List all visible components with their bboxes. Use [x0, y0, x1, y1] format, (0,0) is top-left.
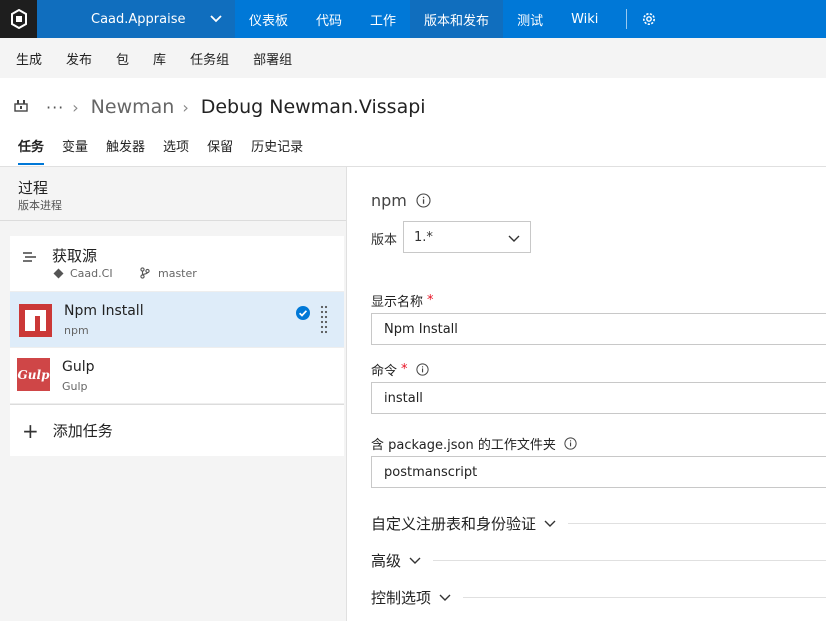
section-title: 自定义注册表和身份验证 — [371, 515, 537, 533]
command-label-text: 命令 — [371, 364, 398, 379]
definition-tabs: 任务 变量 触发器 选项 保留 历史记录 — [18, 136, 321, 165]
subnav-releases[interactable]: 发布 — [66, 49, 92, 68]
nav-dashboard[interactable]: 仪表板 — [235, 0, 302, 38]
display-name-value: Npm Install — [384, 321, 458, 337]
subnav-packages[interactable]: 包 — [116, 49, 129, 68]
process-header[interactable]: 过程 版本进程 — [0, 167, 346, 221]
task-name: Npm Install — [64, 303, 144, 319]
breadcrumb-parent[interactable]: Newman — [91, 96, 175, 118]
top-bar: Caad.Appraise 仪表板 代码 工作 版本和发布 测试 Wiki — [0, 0, 826, 38]
task-detail-pane: npm 版本 1.* 显示名称 * Npm Install 命令 * insta… — [348, 167, 826, 621]
task-subtitle: Gulp — [62, 380, 88, 393]
project-name: Caad.Appraise — [91, 11, 186, 27]
gear-icon[interactable] — [641, 11, 657, 27]
command-label: 命令 * — [371, 360, 429, 379]
task-detail-title: npm — [371, 191, 431, 210]
working-folder-label: 含 package.json 的工作文件夹 — [371, 434, 577, 453]
required-mark: * — [401, 362, 408, 377]
breadcrumb: ··· › Newman › Debug Newman.Vissapi — [14, 92, 426, 122]
chevron-down-icon — [209, 15, 222, 23]
build-definition-icon — [14, 98, 28, 116]
section-advanced[interactable]: 高级 — [371, 550, 826, 571]
working-folder-value: postmanscript — [384, 464, 478, 480]
section-divider — [433, 560, 826, 561]
gulp-logo-text: Gulp — [17, 367, 50, 382]
source-list-icon — [22, 251, 38, 269]
section-title: 高级 — [371, 552, 402, 570]
sub-nav: 生成 发布 包 库 任务组 部署组 — [0, 38, 826, 78]
repo-name: Caad.CI — [70, 267, 113, 280]
working-folder-label-text: 含 package.json 的工作文件夹 — [371, 438, 556, 453]
top-nav: 仪表板 代码 工作 版本和发布 测试 Wiki — [235, 0, 657, 38]
gulp-logo-icon: Gulp — [17, 358, 50, 391]
project-switcher[interactable]: Caad.Appraise — [37, 0, 235, 38]
task-list-pane: 过程 版本进程 获取源 Caad.CI master Npm Install n… — [0, 167, 347, 621]
nav-test[interactable]: 测试 — [503, 0, 557, 38]
nav-work[interactable]: 工作 — [356, 0, 410, 38]
task-list: 获取源 Caad.CI master Npm Install npm Gulp … — [10, 236, 344, 456]
tab-options[interactable]: 选项 — [163, 136, 189, 165]
chevron-down-icon — [439, 594, 451, 602]
task-gulp[interactable]: Gulp Gulp Gulp — [10, 348, 344, 404]
drag-handle-icon[interactable] — [320, 304, 328, 338]
task-npm-install[interactable]: Npm Install npm — [10, 292, 344, 348]
subnav-builds[interactable]: 生成 — [16, 49, 42, 68]
process-title: 过程 — [18, 179, 49, 197]
task-get-sources[interactable]: 获取源 Caad.CI master — [10, 236, 344, 292]
required-mark: * — [427, 293, 434, 308]
nav-build-release[interactable]: 版本和发布 — [410, 0, 504, 38]
add-task-button[interactable]: + 添加任务 — [10, 404, 344, 456]
subnav-deployment-groups[interactable]: 部署组 — [253, 49, 292, 68]
breadcrumb-more[interactable]: ··· — [46, 98, 64, 117]
chevron-down-icon — [409, 557, 421, 565]
subnav-library[interactable]: 库 — [153, 49, 166, 68]
nav-divider — [626, 9, 628, 29]
task-subtitle: npm — [64, 324, 89, 337]
chevron-right-icon: › — [182, 97, 189, 117]
display-name-label-text: 显示名称 — [371, 295, 424, 310]
subnav-task-groups[interactable]: 任务组 — [190, 49, 229, 68]
tab-retention[interactable]: 保留 — [207, 136, 233, 165]
version-select[interactable]: 1.* — [403, 221, 531, 253]
page-title[interactable]: Debug Newman.Vissapi — [201, 96, 426, 118]
task-detail-name: npm — [371, 191, 407, 210]
task-name: Gulp — [62, 359, 95, 375]
section-custom-registry[interactable]: 自定义注册表和身份验证 — [371, 513, 826, 534]
vsts-logo-icon[interactable] — [0, 0, 37, 38]
check-circle-icon — [296, 306, 310, 324]
task-name: 获取源 — [52, 247, 98, 265]
add-task-label: 添加任务 — [52, 422, 113, 440]
tab-history[interactable]: 历史记录 — [251, 136, 303, 165]
info-icon[interactable] — [415, 363, 429, 376]
section-title: 控制选项 — [371, 589, 432, 607]
version-value: 1.* — [414, 229, 433, 245]
command-field[interactable]: install — [371, 382, 826, 414]
section-control-options[interactable]: 控制选项 — [371, 587, 826, 608]
nav-code[interactable]: 代码 — [302, 0, 356, 38]
branch-name: master — [158, 267, 197, 280]
chevron-down-icon — [508, 232, 520, 247]
npm-logo-icon — [19, 304, 52, 341]
branch-icon — [140, 267, 150, 283]
tab-triggers[interactable]: 触发器 — [106, 136, 145, 165]
plus-icon: + — [22, 418, 39, 443]
repo-icon — [53, 268, 64, 283]
tab-tasks[interactable]: 任务 — [18, 136, 45, 165]
section-divider — [568, 523, 826, 524]
chevron-down-icon — [544, 520, 556, 528]
info-icon[interactable] — [564, 437, 577, 450]
process-subtitle: 版本进程 — [18, 199, 62, 212]
command-value: install — [384, 390, 423, 406]
section-divider — [463, 597, 826, 598]
nav-wiki[interactable]: Wiki — [557, 0, 612, 38]
tab-variables[interactable]: 变量 — [62, 136, 88, 165]
info-icon[interactable] — [416, 193, 431, 208]
display-name-field[interactable]: Npm Install — [371, 313, 826, 345]
working-folder-field[interactable]: postmanscript — [371, 456, 826, 488]
display-name-label: 显示名称 * — [371, 291, 434, 310]
chevron-right-icon: › — [72, 97, 79, 117]
version-label: 版本 — [371, 233, 398, 248]
